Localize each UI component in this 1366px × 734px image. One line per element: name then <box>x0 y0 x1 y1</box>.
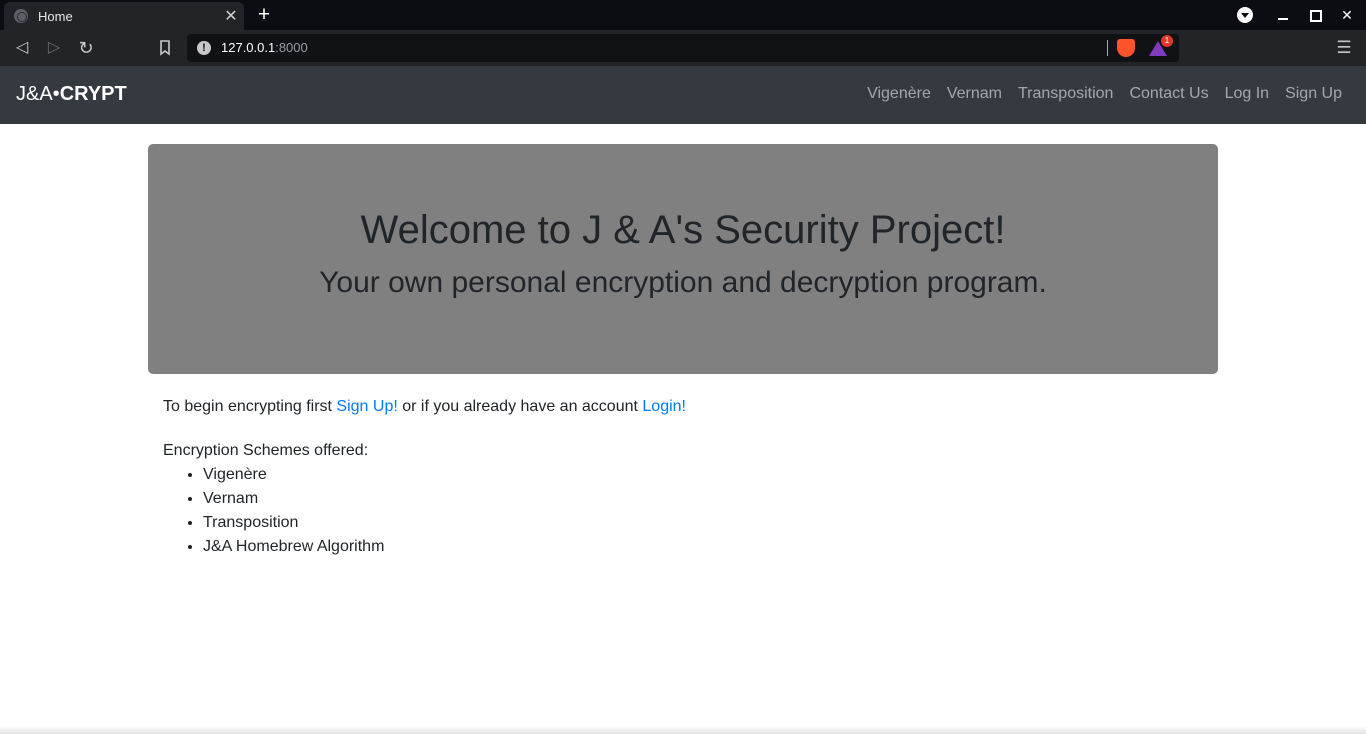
reload-icon[interactable]: ↻ <box>74 36 98 60</box>
hero-title: Welcome to J & A's Security Project! <box>360 208 1006 252</box>
intro-middle: or if you already have an account <box>397 398 643 415</box>
browser-tab-bar: Home ✕ + ✕ <box>0 0 1366 30</box>
list-item: Vernam <box>203 487 1203 511</box>
brand-bold: CRYPT <box>59 83 127 105</box>
nav-links: Vigenère Vernam Transposition Contact Us… <box>851 85 1342 103</box>
new-tab-button[interactable]: + <box>253 3 275 27</box>
bookmark-icon[interactable] <box>153 36 177 60</box>
close-window-icon[interactable]: ✕ <box>1337 5 1357 25</box>
browser-tab[interactable]: Home ✕ <box>4 2 244 30</box>
nav-link-contact[interactable]: Contact Us <box>1129 85 1208 103</box>
tab-close-icon[interactable]: ✕ <box>218 6 244 26</box>
forward-icon[interactable]: ▷ <box>42 36 66 60</box>
chevron-down-icon[interactable] <box>1237 7 1253 23</box>
intro-prefix: To begin encrypting first <box>163 398 337 415</box>
brand-logo[interactable]: J&A•CRYPT <box>16 83 127 106</box>
globe-icon <box>14 9 28 23</box>
notification-badge: 1 <box>1161 35 1173 47</box>
login-link[interactable]: Login! <box>642 398 686 415</box>
url-host: 127.0.0.1 <box>221 40 276 55</box>
site-navbar: J&A•CRYPT Vigenère Vernam Transposition … <box>0 66 1366 124</box>
nav-link-transposition[interactable]: Transposition <box>1018 85 1113 103</box>
info-icon[interactable]: ! <box>197 41 211 55</box>
url-port: :8000 <box>275 40 308 55</box>
intro-paragraph: To begin encrypting first Sign Up! or if… <box>163 395 1203 419</box>
nav-link-login[interactable]: Log In <box>1225 85 1269 103</box>
brand-light: J&A• <box>16 83 60 105</box>
nav-link-vernam[interactable]: Vernam <box>947 85 1002 103</box>
hamburger-menu-icon[interactable]: ☰ <box>1332 36 1356 60</box>
schemes-title: Encryption Schemes offered: <box>163 442 369 459</box>
list-item: Vigenère <box>203 463 1203 487</box>
url-divider <box>1107 40 1108 56</box>
brave-rewards-icon[interactable]: 1 <box>1149 35 1173 57</box>
list-item: J&A Homebrew Algorithm <box>203 535 1203 559</box>
address-bar[interactable]: ! 127.0.0.1:8000 1 <box>187 34 1179 62</box>
maximize-icon[interactable] <box>1305 5 1325 25</box>
url-text: 127.0.0.1:8000 <box>221 40 308 55</box>
back-icon[interactable]: ◁ <box>10 36 34 60</box>
tab-title: Home <box>38 8 73 24</box>
minimize-icon[interactable] <box>1273 5 1293 25</box>
brave-shield-icon[interactable] <box>1117 39 1135 57</box>
schemes-list: Vigenère Vernam Transposition J&A Homebr… <box>203 463 1203 559</box>
browser-toolbar: ◁ ▷ ↻ ! 127.0.0.1:8000 1 ☰ <box>0 30 1366 66</box>
page-bottom-edge <box>0 726 1366 734</box>
signup-link[interactable]: Sign Up! <box>336 398 397 415</box>
hero-subtitle: Your own personal encryption and decrypt… <box>319 266 1047 299</box>
list-item: Transposition <box>203 511 1203 535</box>
hero-jumbotron: Welcome to J & A's Security Project! You… <box>148 144 1218 374</box>
nav-link-vigenere[interactable]: Vigenère <box>867 85 931 103</box>
nav-link-signup[interactable]: Sign Up <box>1285 85 1342 103</box>
main-content: To begin encrypting first Sign Up! or if… <box>163 395 1203 559</box>
